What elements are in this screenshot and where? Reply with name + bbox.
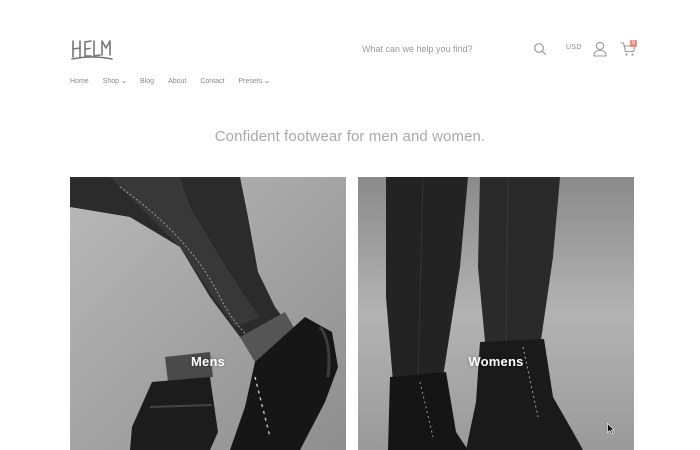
cart-count-badge: 0 bbox=[630, 40, 637, 47]
hero-tagline: Confident footwear for men and women. bbox=[214, 128, 486, 145]
nav-item-about[interactable]: About bbox=[168, 78, 186, 85]
chevron-down-icon bbox=[265, 80, 269, 83]
collection-label-womens: Womens bbox=[468, 354, 524, 369]
nav-item-presets[interactable]: Presets bbox=[238, 78, 269, 85]
collection-tile-womens[interactable]: Womens bbox=[358, 177, 634, 450]
search-icon[interactable] bbox=[533, 42, 547, 56]
user-icon[interactable] bbox=[593, 41, 607, 57]
search-input[interactable] bbox=[360, 44, 550, 54]
nav-item-shop[interactable]: Shop bbox=[103, 78, 126, 85]
search-bar bbox=[360, 38, 550, 60]
nav-item-blog[interactable]: Blog bbox=[140, 78, 154, 85]
currency-selector[interactable]: USD bbox=[566, 44, 582, 51]
nav-item-contact[interactable]: Contact bbox=[200, 78, 224, 85]
chevron-down-icon bbox=[122, 80, 126, 83]
mens-boots-photo bbox=[70, 177, 346, 450]
nav-item-label: About bbox=[168, 78, 187, 85]
nav-item-label: Presets bbox=[238, 78, 263, 85]
main-nav: Home Shop Blog About Contact Presets bbox=[70, 78, 283, 85]
nav-item-label: Blog bbox=[140, 78, 155, 85]
nav-item-home[interactable]: Home bbox=[70, 78, 89, 85]
mouse-cursor-icon bbox=[607, 423, 615, 435]
womens-boots-photo bbox=[358, 177, 634, 450]
collection-tile-mens[interactable]: Mens bbox=[70, 177, 346, 450]
nav-item-label: Home bbox=[70, 78, 89, 85]
nav-item-label: Contact bbox=[200, 78, 225, 85]
nav-item-label: Shop bbox=[102, 78, 120, 85]
helm-logo[interactable] bbox=[70, 36, 114, 62]
collection-label-mens: Mens bbox=[190, 354, 226, 369]
